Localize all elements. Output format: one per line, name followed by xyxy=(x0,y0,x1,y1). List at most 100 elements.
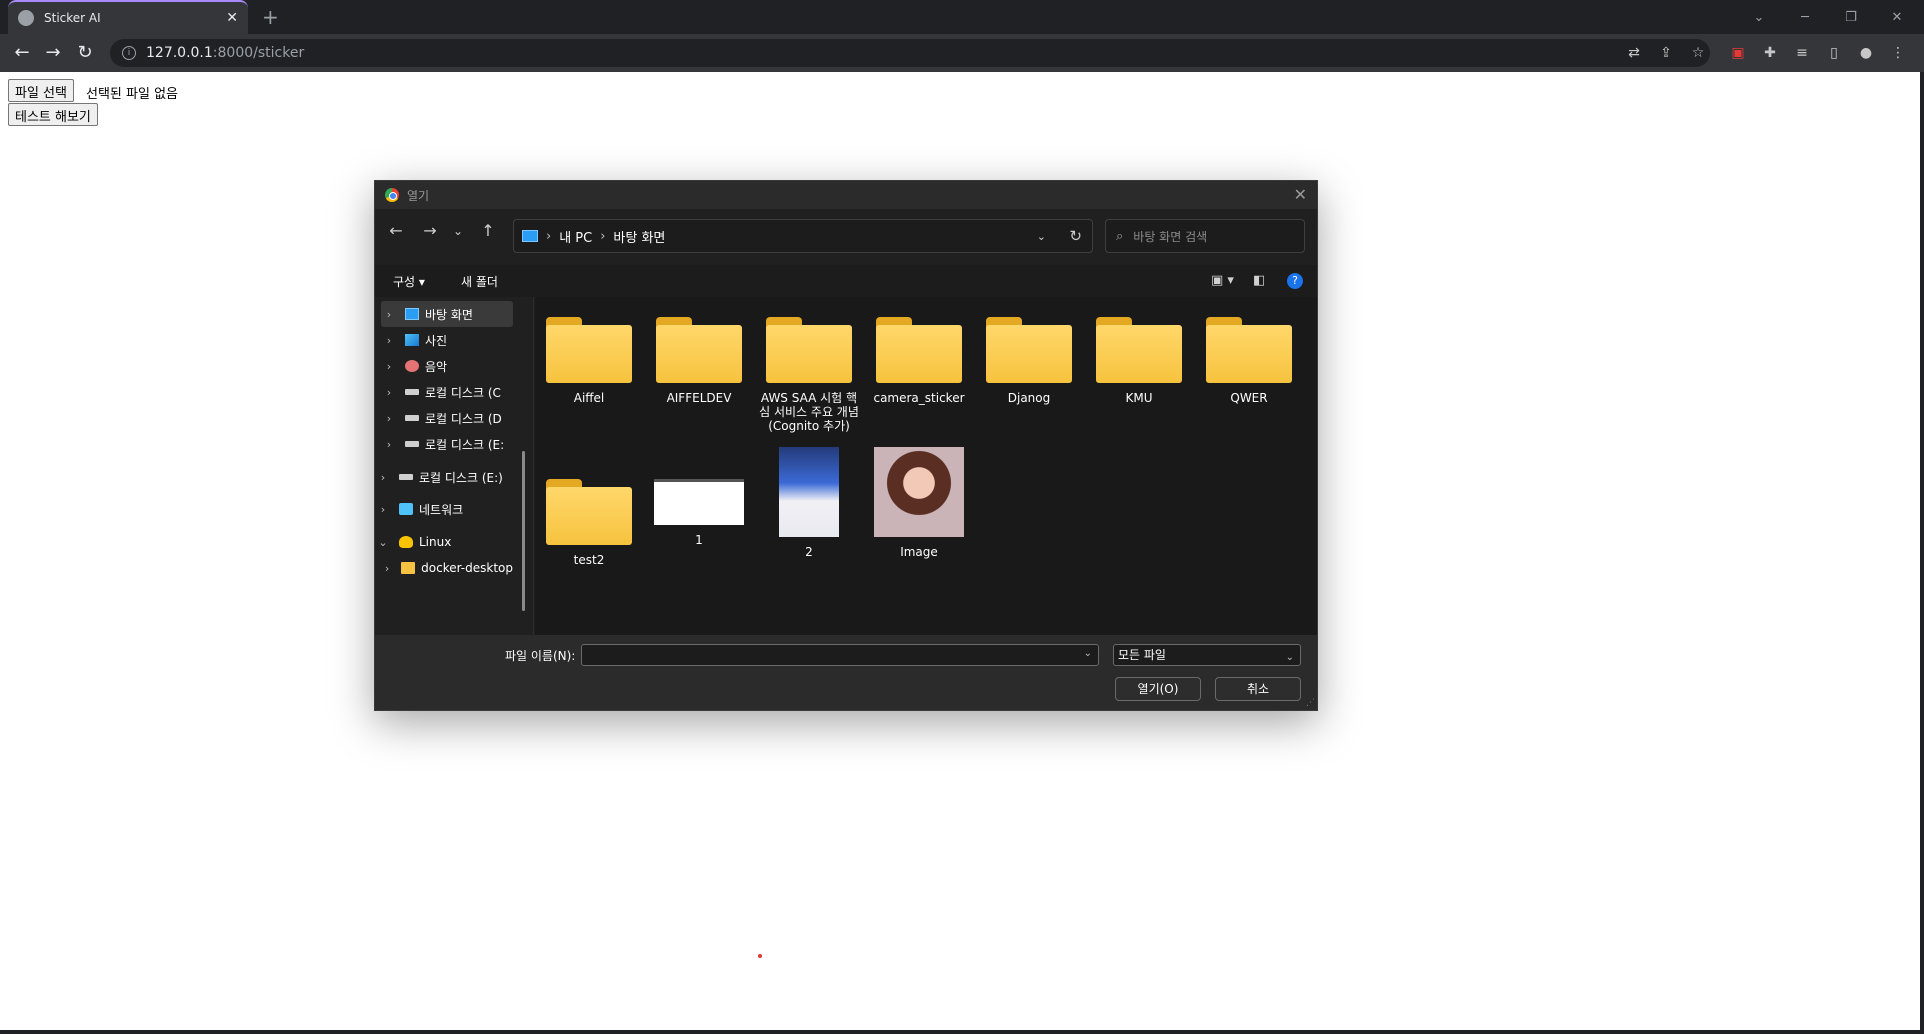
file-item-2[interactable]: 2 xyxy=(759,447,859,559)
search-icon: ⌕ xyxy=(1116,228,1124,244)
file-name-input[interactable]: ⌄ xyxy=(581,644,1099,666)
refresh-icon[interactable]: ↻ xyxy=(1069,227,1082,245)
file-type-select[interactable]: 모든 파일 ⌄ xyxy=(1113,644,1301,666)
file-select-button[interactable]: 파일 선택 xyxy=(8,79,74,102)
chevron-down-icon[interactable]: ⌄ xyxy=(375,536,391,549)
folder-icon xyxy=(766,317,852,383)
chevron-right-icon[interactable]: › xyxy=(381,360,397,373)
bookmark-star-icon[interactable]: ☆ xyxy=(1688,43,1708,63)
sidebar-item-drive-c[interactable]: › 로컬 디스크 (C xyxy=(381,379,513,405)
sidebar-item-label: 사진 xyxy=(425,333,448,348)
chevron-right-icon[interactable]: › xyxy=(381,334,397,347)
pane-divider[interactable] xyxy=(533,297,534,635)
folder-icon xyxy=(986,317,1072,383)
file-item-1[interactable]: 1 xyxy=(649,447,749,547)
drive-icon xyxy=(405,415,419,421)
sidebar-item-label: Linux xyxy=(419,535,452,549)
desktop-icon xyxy=(522,230,538,242)
file-item-test2[interactable]: test2 xyxy=(539,479,639,567)
sidebar-item-music[interactable]: › 음악 xyxy=(381,353,513,379)
dialog-close-icon[interactable]: ✕ xyxy=(1294,185,1307,204)
sidebar-item-drive-d[interactable]: › 로컬 디스크 (D xyxy=(381,405,513,431)
new-tab-button[interactable]: + xyxy=(262,5,279,29)
dialog-back-icon[interactable]: ← xyxy=(385,221,407,240)
sidebar-item-linux[interactable]: ⌄ Linux xyxy=(375,529,507,555)
sidebar-item-drive-e[interactable]: › 로컬 디스크 (E: xyxy=(381,431,513,457)
restore-button[interactable]: ❐ xyxy=(1828,0,1874,34)
search-box[interactable]: ⌕ 바탕 화면 검색 xyxy=(1105,219,1305,253)
sidebar-item-network[interactable]: › 네트워크 xyxy=(375,496,507,522)
chevron-right-icon[interactable]: › xyxy=(381,562,393,575)
path-bar[interactable]: › 내 PC › 바탕 화면 ⌄ ↻ xyxy=(513,219,1093,253)
minimize-button[interactable]: ─ xyxy=(1782,0,1828,34)
sidebar-item-photos[interactable]: › 사진 xyxy=(381,327,513,353)
view-options-icon[interactable]: ▣ ▾ xyxy=(1211,273,1234,288)
extensions-puzzle-icon[interactable]: ✚ xyxy=(1760,43,1780,63)
profile-avatar-icon[interactable]: ● xyxy=(1856,43,1876,63)
new-folder-button[interactable]: 새 폴더 xyxy=(461,273,498,290)
cancel-button[interactable]: 취소 xyxy=(1215,677,1301,701)
file-item-qwer[interactable]: QWER xyxy=(1199,317,1299,405)
dialog-titlebar: 열기 xyxy=(375,181,1317,209)
chevron-right-icon[interactable]: › xyxy=(381,308,397,321)
chevron-right-icon[interactable]: › xyxy=(381,386,397,399)
sidebar-scrollbar[interactable] xyxy=(522,451,525,611)
chevron-right-icon[interactable]: › xyxy=(381,412,397,425)
tab-title: Sticker AI xyxy=(44,11,101,25)
sidebar-item-desktop[interactable]: › 바탕 화면 xyxy=(381,301,513,327)
file-name: Djanog xyxy=(1007,391,1051,405)
side-panel-icon[interactable]: ▯ xyxy=(1824,43,1844,63)
sidebar-item-drive-e2[interactable]: › 로컬 디스크 (E:) xyxy=(375,464,507,490)
chevron-down-icon: ⌄ xyxy=(1285,652,1294,663)
address-bar[interactable]: i 127.0.0.1:8000/sticker xyxy=(110,39,1710,67)
open-button[interactable]: 열기(O) xyxy=(1115,677,1201,701)
browser-tab[interactable]: Sticker AI ✕ xyxy=(8,0,248,34)
chevron-right-icon[interactable]: › xyxy=(375,503,391,516)
folder-icon xyxy=(1206,317,1292,383)
extension-pdf-icon[interactable]: ▣ xyxy=(1728,43,1748,63)
drive-icon xyxy=(399,474,413,480)
reload-icon[interactable]: ↻ xyxy=(73,42,97,64)
breadcrumb-pc[interactable]: 내 PC xyxy=(559,227,592,246)
test-button[interactable]: 테스트 해보기 xyxy=(8,103,98,126)
window-close-button[interactable]: ✕ xyxy=(1874,0,1920,34)
folder-icon xyxy=(1096,317,1182,383)
dialog-forward-icon[interactable]: → xyxy=(419,221,441,240)
menu-kebab-icon[interactable]: ⋮ xyxy=(1888,43,1908,63)
file-item-djanog[interactable]: Djanog xyxy=(979,317,1079,405)
organize-button[interactable]: 구성 ▾ xyxy=(393,273,425,290)
file-name: AIFFELDEV xyxy=(666,391,732,405)
file-item-aiffeldev[interactable]: AIFFELDEV xyxy=(649,317,749,405)
sidebar-item-label: 바탕 화면 xyxy=(425,307,473,322)
file-item-aiffel[interactable]: Aiffel xyxy=(539,317,639,405)
reading-list-icon[interactable]: ≡ xyxy=(1792,43,1812,63)
recent-locations-icon[interactable]: ⌄ xyxy=(447,224,469,238)
breadcrumb-desktop[interactable]: 바탕 화면 xyxy=(613,227,665,246)
path-dropdown-icon[interactable]: ⌄ xyxy=(1037,230,1046,243)
resize-grip-icon[interactable]: ⋰ xyxy=(1306,698,1315,708)
back-icon[interactable]: ← xyxy=(10,42,34,64)
sidebar-item-docker-desktop[interactable]: › docker-desktop xyxy=(381,555,513,581)
help-icon[interactable]: ? xyxy=(1287,273,1303,289)
file-name: 1 xyxy=(695,533,703,547)
photo-icon xyxy=(405,334,419,346)
file-name: 2 xyxy=(805,545,813,559)
tab-close-icon[interactable]: ✕ xyxy=(226,10,238,26)
file-item-kmu[interactable]: KMU xyxy=(1089,317,1189,405)
file-item-image[interactable]: Image xyxy=(869,447,969,559)
chevron-down-icon[interactable]: ⌄ xyxy=(1084,648,1092,659)
chevron-right-icon[interactable]: › xyxy=(381,438,397,451)
file-type-value: 모든 파일 xyxy=(1118,648,1166,662)
tab-search-icon[interactable]: ⌄ xyxy=(1736,0,1782,34)
preview-pane-icon[interactable]: ◧ xyxy=(1253,273,1265,288)
site-info-icon[interactable]: i xyxy=(122,46,136,60)
file-item-camera-sticker[interactable]: camera_sticker xyxy=(869,317,969,405)
translate-icon[interactable]: ⇄ xyxy=(1624,43,1644,63)
share-icon[interactable]: ⇪ xyxy=(1656,43,1676,63)
up-folder-icon[interactable]: ↑ xyxy=(477,221,499,240)
folder-icon xyxy=(876,317,962,383)
music-icon xyxy=(405,360,419,372)
forward-icon[interactable]: → xyxy=(41,42,65,64)
file-item-aws-saa[interactable]: AWS SAA 시험 핵심 서비스 주요 개념(Cognito 추가) xyxy=(759,317,859,433)
chevron-right-icon[interactable]: › xyxy=(375,471,391,484)
